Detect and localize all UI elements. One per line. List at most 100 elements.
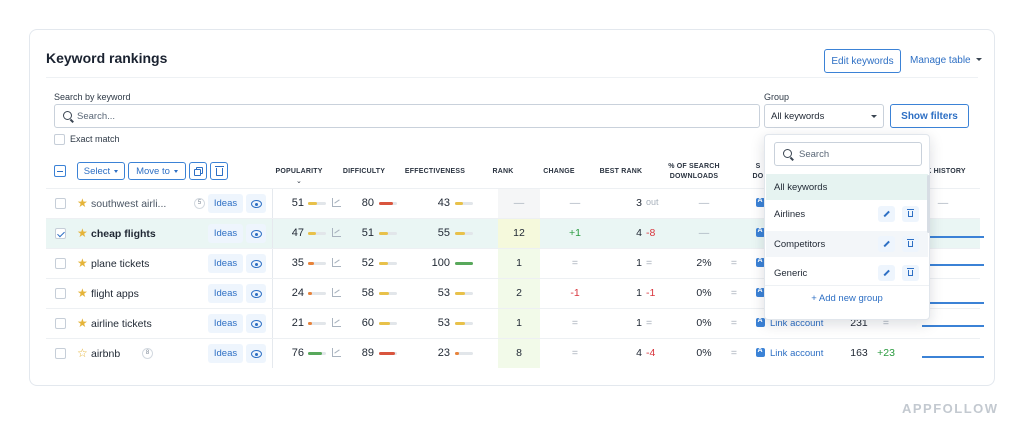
copy-icon <box>194 167 203 176</box>
row-checkbox[interactable] <box>55 228 66 239</box>
rank-value: 2 <box>516 287 522 299</box>
move-to-dropdown[interactable]: Move to <box>128 162 186 180</box>
ideas-button[interactable]: Ideas <box>208 344 243 363</box>
chart-icon[interactable] <box>332 318 341 327</box>
group-item-competitors[interactable]: Competitors <box>766 231 928 257</box>
column-header-rank[interactable]: RANK <box>488 167 518 177</box>
eye-icon[interactable] <box>246 314 266 333</box>
chart-icon[interactable] <box>332 288 341 297</box>
column-header-rank-history[interactable]: K HISTORY <box>926 167 966 177</box>
chart-icon[interactable] <box>332 198 341 207</box>
select-dropdown[interactable]: Select <box>77 162 125 180</box>
eye-icon[interactable] <box>246 344 266 363</box>
effectiveness-value: 100 <box>431 257 450 269</box>
group-search-input[interactable]: Search <box>774 142 922 166</box>
star-icon[interactable]: ★ <box>77 286 88 300</box>
change-value: = <box>571 257 579 269</box>
chart-icon[interactable] <box>332 258 341 267</box>
manage-table-dropdown[interactable]: Manage table <box>910 55 983 66</box>
search-input[interactable]: Search... <box>54 104 760 128</box>
column-header-best-rank[interactable]: BEST RANK <box>598 167 644 177</box>
eye-icon[interactable] <box>246 284 266 303</box>
star-icon[interactable]: ☆ <box>77 346 88 360</box>
effectiveness-bar <box>455 322 465 325</box>
search-downloads-value: 0% <box>696 287 712 299</box>
rank-history-line <box>922 302 984 304</box>
search-downloads-value: — <box>698 227 710 239</box>
add-new-group-button[interactable]: + Add new group <box>765 293 929 304</box>
row-checkbox[interactable] <box>55 288 66 299</box>
best-rank-change: -4 <box>646 347 656 359</box>
ideas-button[interactable]: Ideas <box>208 314 243 333</box>
edit-group-button[interactable] <box>878 265 895 281</box>
column-divider <box>272 189 273 218</box>
delete-group-button[interactable] <box>902 236 919 252</box>
delete-button[interactable] <box>210 162 228 180</box>
change-value: -1 <box>570 287 580 299</box>
trash-icon <box>214 166 224 176</box>
column-header-difficulty[interactable]: DIFFICULTY <box>338 167 390 177</box>
search-downloads-change: = <box>730 257 738 269</box>
effectiveness-value: 53 <box>437 317 450 329</box>
eye-icon[interactable] <box>246 254 266 273</box>
delete-group-button[interactable] <box>902 206 919 222</box>
select-all-checkbox[interactable] <box>54 165 66 177</box>
rank-value: 8 <box>516 347 522 359</box>
star-icon[interactable]: ★ <box>77 256 88 270</box>
keyword-text: cheap flights <box>91 228 156 240</box>
column-header-popularity[interactable]: POPULARITY ⌄ <box>273 167 325 187</box>
star-icon[interactable]: ★ <box>77 316 88 330</box>
chevron-down-icon <box>114 169 119 173</box>
group-select[interactable]: All keywords <box>764 104 884 128</box>
search-placeholder: Search... <box>77 111 116 122</box>
show-filters-button[interactable]: Show filters <box>890 104 969 128</box>
ideas-button[interactable]: Ideas <box>208 284 243 303</box>
edit-group-button[interactable] <box>878 206 895 222</box>
column-header-search-downloads[interactable]: % OF SEARCH DOWNLOADS <box>662 162 726 182</box>
best-rank-change: out <box>646 197 659 207</box>
group-item-label: Competitors <box>774 239 826 250</box>
delete-group-button[interactable] <box>902 265 919 281</box>
column-header-change[interactable]: CHANGE <box>537 167 581 177</box>
group-item-airlines[interactable]: Airlines <box>766 201 928 227</box>
select-label: Select <box>83 165 111 177</box>
dropdown-divider <box>765 285 929 286</box>
copy-button[interactable] <box>189 162 207 180</box>
rank-value: 12 <box>513 227 525 239</box>
change-value: = <box>571 317 579 329</box>
column-header-effectiveness[interactable]: EFFECTIVENESS <box>402 167 468 177</box>
group-item-generic[interactable]: Generic <box>766 260 928 286</box>
keyword-text: flight apps <box>91 288 139 300</box>
chart-icon[interactable] <box>332 348 341 357</box>
eye-icon[interactable] <box>246 194 266 213</box>
effectiveness-value: 23 <box>437 347 450 359</box>
keyword-count-badge: 8 <box>142 348 153 359</box>
ideas-button[interactable]: Ideas <box>208 254 243 273</box>
chart-icon[interactable] <box>332 228 341 237</box>
star-icon[interactable]: ★ <box>77 226 88 240</box>
exact-match-checkbox[interactable] <box>54 134 65 145</box>
group-item-all-keywords[interactable]: All keywords <box>766 174 928 200</box>
rank-value: — <box>513 197 525 209</box>
ideas-button[interactable]: Ideas <box>208 194 243 213</box>
edit-keywords-button[interactable]: Edit keywords <box>824 49 901 73</box>
group-search-placeholder: Search <box>799 149 830 160</box>
search-downloads-change: = <box>730 287 738 299</box>
link-account-link[interactable]: Link account <box>770 348 823 359</box>
effectiveness-bar <box>455 292 465 295</box>
pencil-icon <box>883 240 890 247</box>
difficulty-bar <box>379 292 389 295</box>
ideas-button[interactable]: Ideas <box>208 224 243 243</box>
star-icon[interactable]: ★ <box>77 196 88 210</box>
table-row[interactable]: ☆airbnb 8 Ideas 76 89 23 8 = 4 -4 0% = Link account 1… <box>46 338 984 368</box>
row-checkbox[interactable] <box>55 258 66 269</box>
row-checkbox[interactable] <box>55 318 66 329</box>
dropdown-scrollbar[interactable] <box>927 175 930 233</box>
best-rank-value: 1 <box>636 317 642 329</box>
row-checkbox[interactable] <box>55 198 66 209</box>
edit-group-button[interactable] <box>878 236 895 252</box>
row-checkbox[interactable] <box>55 348 66 359</box>
exact-match-label: Exact match <box>70 134 120 144</box>
difficulty-value: 80 <box>361 197 374 209</box>
eye-icon[interactable] <box>246 224 266 243</box>
